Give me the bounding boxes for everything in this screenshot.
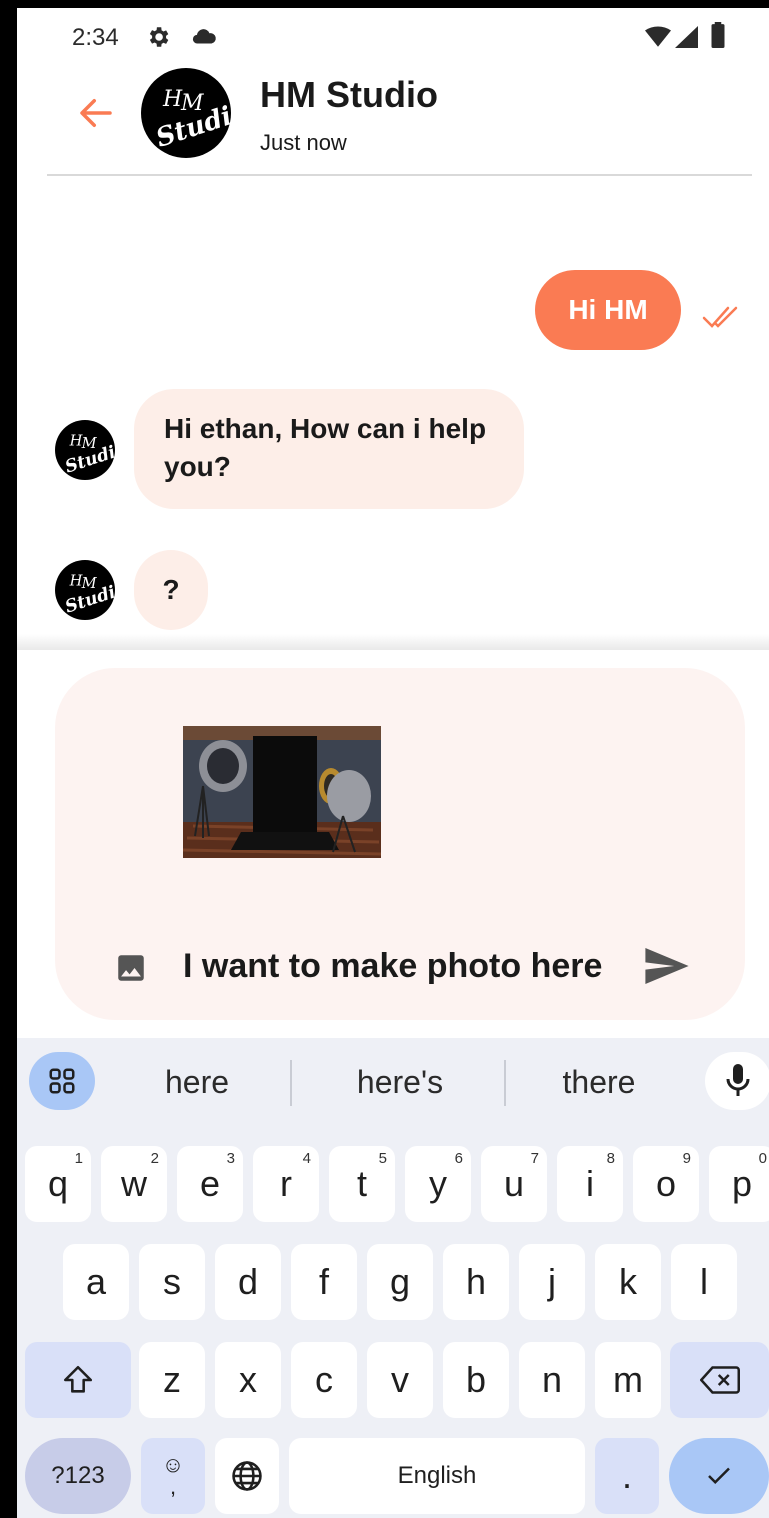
key-r[interactable]: r4 [253, 1146, 319, 1222]
composer-shadow [17, 634, 769, 650]
suggestion-separator [504, 1060, 506, 1106]
key-j[interactable]: j [519, 1244, 585, 1320]
shift-key[interactable] [25, 1342, 131, 1418]
header-divider [47, 174, 752, 176]
double-check-icon [702, 306, 738, 328]
period-key[interactable]: . [595, 1438, 659, 1514]
chat-title: HM Studio [260, 74, 438, 115]
status-time: 2:34 [72, 24, 119, 51]
suggestion-2[interactable]: here's [335, 1064, 465, 1101]
svg-text:H: H [162, 87, 183, 112]
globe-icon [232, 1461, 262, 1491]
comma-label: , [169, 1474, 177, 1499]
key-q[interactable]: q1 [25, 1146, 91, 1222]
key-hint: 7 [530, 1150, 539, 1167]
key-t[interactable]: t5 [329, 1146, 395, 1222]
key-hint: 0 [758, 1150, 767, 1167]
message-avatar: H M Studio [55, 420, 115, 480]
shift-icon [63, 1365, 93, 1393]
key-f[interactable]: f [291, 1244, 357, 1320]
key-g[interactable]: g [367, 1244, 433, 1320]
send-icon[interactable] [645, 948, 689, 984]
incoming-message[interactable]: ? [134, 550, 208, 630]
key-u[interactable]: u7 [481, 1146, 547, 1222]
microphone-icon [726, 1064, 750, 1096]
suggestion-1[interactable]: here [137, 1064, 257, 1101]
backspace-icon [699, 1366, 740, 1394]
key-z[interactable]: z [139, 1342, 205, 1418]
key-w[interactable]: w2 [101, 1146, 167, 1222]
key-n[interactable]: n [519, 1342, 585, 1418]
key-hint: 8 [606, 1150, 615, 1167]
key-b[interactable]: b [443, 1342, 509, 1418]
key-hint: 4 [302, 1150, 311, 1167]
chat-screen: 2:34 H M Studio HM Studio Just now Hi HM [17, 8, 769, 1518]
outgoing-message[interactable]: Hi HM [535, 270, 681, 350]
key-y[interactable]: y6 [405, 1146, 471, 1222]
key-a[interactable]: a [63, 1244, 129, 1320]
voice-input-button[interactable] [705, 1052, 769, 1110]
attachment-preview[interactable] [183, 726, 381, 858]
key-l[interactable]: l [671, 1244, 737, 1320]
back-arrow-icon[interactable] [75, 92, 117, 134]
key-hint: 2 [150, 1150, 159, 1167]
key-c[interactable]: c [291, 1342, 357, 1418]
wifi-icon [645, 26, 671, 47]
key-hint: 9 [682, 1150, 691, 1167]
contact-avatar[interactable]: H M Studio [141, 68, 231, 158]
key-x[interactable]: x [215, 1342, 281, 1418]
key-hint: 5 [378, 1150, 387, 1167]
language-key[interactable] [215, 1438, 279, 1514]
signal-icon [675, 26, 698, 48]
key-m[interactable]: m [595, 1342, 661, 1418]
key-hint: 3 [226, 1150, 235, 1167]
space-key[interactable]: English [289, 1438, 585, 1514]
checkmark-icon [708, 1467, 730, 1485]
key-h[interactable]: h [443, 1244, 509, 1320]
key-hint: 6 [454, 1150, 463, 1167]
key-d[interactable]: d [215, 1244, 281, 1320]
symbols-key[interactable]: ?123 [25, 1438, 131, 1514]
key-s[interactable]: s [139, 1244, 205, 1320]
incoming-message[interactable]: Hi ethan, How can i help you? [134, 389, 524, 509]
key-hint: 1 [74, 1150, 83, 1167]
emoji-comma-key[interactable]: ☺ , [141, 1438, 205, 1514]
message-avatar: H M Studio [55, 560, 115, 620]
emoji-icon: ☺ [161, 1452, 185, 1477]
status-bar: 2:34 [17, 8, 769, 66]
enter-key[interactable] [669, 1438, 769, 1514]
keyboard-apps-button[interactable] [29, 1052, 95, 1110]
message-input[interactable] [183, 944, 623, 988]
suggestion-separator [290, 1060, 292, 1106]
cloud-icon [192, 29, 216, 44]
key-o[interactable]: o9 [633, 1146, 699, 1222]
key-p[interactable]: p0 [709, 1146, 769, 1222]
message-composer [55, 668, 745, 1020]
settings-icon [149, 27, 169, 47]
key-i[interactable]: i8 [557, 1146, 623, 1222]
image-icon[interactable] [113, 951, 149, 985]
soft-keyboard: here here's there q1w2e3r4t5y6u7i8o9p0 a… [17, 1038, 769, 1518]
key-v[interactable]: v [367, 1342, 433, 1418]
suggestion-3[interactable]: there [539, 1064, 659, 1101]
key-e[interactable]: e3 [177, 1146, 243, 1222]
key-k[interactable]: k [595, 1244, 661, 1320]
grid-icon [49, 1068, 75, 1094]
battery-icon [711, 22, 725, 48]
backspace-key[interactable] [670, 1342, 769, 1418]
chat-subtitle: Just now [260, 130, 347, 155]
